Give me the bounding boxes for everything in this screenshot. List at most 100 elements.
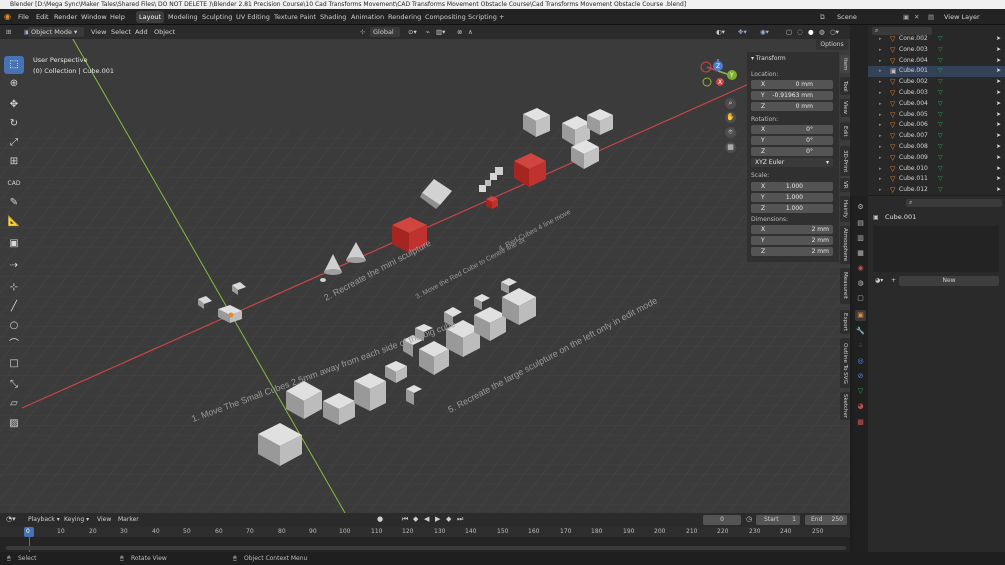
data-properties-icon[interactable]: ▽ xyxy=(855,386,866,397)
tab-rendering[interactable]: Rendering xyxy=(385,11,424,23)
location-x-field[interactable]: X 0 mm xyxy=(751,80,833,89)
shading-solid-icon[interactable]: ● xyxy=(808,27,814,37)
menu-add[interactable]: Add xyxy=(135,27,148,37)
outliner-row[interactable]: ▸ ▽ Cube.004 ▽ ➤ xyxy=(868,99,1005,110)
transform-panel-title[interactable]: ▾ Transform xyxy=(751,55,786,62)
sidebar-tab-3d-print[interactable]: 3D-Print xyxy=(840,146,850,176)
tab-compositing[interactable]: Compositing xyxy=(422,11,469,23)
location-y-field[interactable]: Y -0.91963 mm xyxy=(751,91,833,100)
annotate-tool-icon[interactable]: ✎ xyxy=(4,194,24,212)
sidebar-tab-item[interactable]: Item xyxy=(840,55,850,73)
object-properties-icon[interactable]: ▣ xyxy=(855,310,866,321)
rotation-z-field[interactable]: Z 0° xyxy=(751,147,833,156)
tab-uv-editing[interactable]: UV Editing xyxy=(233,11,273,23)
add-cube-tool-icon[interactable]: ▣ xyxy=(4,235,24,253)
scene-selector[interactable]: Scene xyxy=(837,9,857,25)
zoom-icon[interactable]: ⌕ xyxy=(725,98,736,109)
material-slot-list[interactable] xyxy=(873,226,999,272)
preview-range-icon[interactable]: ◷ xyxy=(746,515,752,523)
location-z-field[interactable]: Z 0 mm xyxy=(751,102,833,111)
mode-dropdown[interactable]: Object Mode ▾ xyxy=(28,27,84,37)
record-icon[interactable]: ● xyxy=(377,515,383,523)
outliner-row[interactable]: ▸ ▽ Cone.002 ▽ ➤ xyxy=(868,34,1005,45)
jump-end-icon[interactable]: ⏭ xyxy=(457,515,463,524)
outliner-row[interactable]: ▸ ▽ Cube.010 ▽ ➤ xyxy=(868,164,1005,175)
end-frame-field[interactable]: End 250 xyxy=(805,515,847,525)
menu-render[interactable]: Render xyxy=(54,9,77,25)
snap-move-tool-icon[interactable]: ⇢ xyxy=(4,257,24,275)
tab-scripting[interactable]: Scripting xyxy=(465,11,500,23)
cad-point-tool-icon[interactable]: ⊹ xyxy=(4,279,24,297)
camera-icon[interactable]: ⌾ xyxy=(725,127,736,138)
output-properties-icon[interactable]: ▥ xyxy=(855,233,866,244)
visibility-icon[interactable]: ◐▾ xyxy=(716,27,725,37)
shading-wireframe-icon[interactable]: ◌ xyxy=(797,27,803,37)
physics-properties-icon[interactable]: ◎ xyxy=(855,356,866,367)
cad-rect-tool-icon[interactable]: □ xyxy=(4,355,24,373)
rotation-x-field[interactable]: X 0° xyxy=(751,125,833,134)
cad-circle-tool-icon[interactable]: ○ xyxy=(4,317,24,335)
snap-target-icon[interactable]: ▥▾ xyxy=(436,27,445,37)
rotation-mode-dropdown[interactable]: XYZ Euler ▾ xyxy=(751,158,833,167)
outliner-row[interactable]: ▸ ▽ Cube.003 ▽ ➤ xyxy=(868,88,1005,99)
menu-edit[interactable]: Edit xyxy=(36,9,49,25)
options-button[interactable]: Options xyxy=(816,39,848,50)
outliner-row[interactable]: ▸ ▽ Cube.012 ▽ ➤ xyxy=(868,185,1005,196)
cad-extend-tool-icon[interactable]: ⤡ xyxy=(4,376,24,394)
next-keyframe-icon[interactable]: ◆ xyxy=(446,515,451,523)
tab-layout[interactable]: Layout xyxy=(136,11,165,23)
dimensions-x-field[interactable]: X 2 mm xyxy=(751,225,833,234)
overlay-toggle-icon[interactable]: ◉▾ xyxy=(760,27,769,37)
pan-hand-icon[interactable]: ✋ xyxy=(725,112,736,123)
tab-modeling[interactable]: Modeling xyxy=(165,11,201,23)
play-reverse-icon[interactable]: ◀ xyxy=(424,515,429,523)
shading-material-icon[interactable]: ◍ xyxy=(819,27,825,37)
material-properties-icon[interactable]: ◕ xyxy=(855,401,866,412)
properties-search-input[interactable]: ⌕ xyxy=(906,199,1002,207)
current-frame-field[interactable]: 0 xyxy=(703,515,741,525)
sidebar-tab-edit[interactable]: Edit xyxy=(840,122,850,140)
sidebar-tab-sketcher[interactable]: Sketcher xyxy=(840,392,850,420)
new-material-button[interactable]: New xyxy=(899,276,999,286)
pivot-icon[interactable]: ⊙▾ xyxy=(408,27,417,37)
collection-properties-icon[interactable]: ▢ xyxy=(855,293,866,304)
cad-hatch-tool-icon[interactable]: ▨ xyxy=(4,415,24,433)
timeline-scrollbar[interactable] xyxy=(6,546,846,550)
outliner-row[interactable]: ▸ ▽ Cone.004 ▽ ➤ xyxy=(868,56,1005,67)
menu-object[interactable]: Object xyxy=(154,27,175,37)
timeline-editor-icon[interactable]: ◔▾ xyxy=(6,515,16,523)
sidebar-tab-outline-to-svg[interactable]: Outline To SVG xyxy=(840,338,850,388)
start-frame-field[interactable]: Start 1 xyxy=(756,515,800,525)
menu-timeline-view[interactable]: View xyxy=(97,516,111,523)
blender-logo-icon[interactable]: ◉ xyxy=(4,9,11,25)
constraints-properties-icon[interactable]: ⊘ xyxy=(855,371,866,382)
cad-tool-icon[interactable]: CAD xyxy=(4,175,24,193)
outliner-row[interactable]: ▸ ▽ Cube.009 ▽ ➤ xyxy=(868,153,1005,164)
sidebar-tab-tool[interactable]: Tool xyxy=(840,77,850,95)
menu-file[interactable]: File xyxy=(18,9,29,25)
prev-keyframe-icon[interactable]: ◆ xyxy=(413,515,418,523)
scale-tool-icon[interactable]: ⤢ xyxy=(4,134,24,152)
outliner-row[interactable]: ▸ ▽ Cube.011 ▽ ➤ xyxy=(868,174,1005,185)
outliner-row[interactable]: ▸ ▽ Cone.003 ▽ ➤ xyxy=(868,45,1005,56)
sidebar-tab-hairify[interactable]: Hairify xyxy=(840,196,850,222)
transform-tool-icon[interactable]: ⊞ xyxy=(4,153,24,171)
menu-window[interactable]: Window xyxy=(81,9,107,25)
tool-properties-icon[interactable]: ⚙ xyxy=(855,202,866,213)
menu-help[interactable]: Help xyxy=(110,9,125,25)
select-box-tool-icon[interactable]: ⬚ xyxy=(4,56,24,74)
menu-marker[interactable]: Marker xyxy=(118,516,139,523)
menu-view[interactable]: View xyxy=(91,27,106,37)
menu-keying[interactable]: Keying ▾ xyxy=(64,516,89,523)
measure-tool-icon[interactable]: 📐 xyxy=(4,213,24,231)
tab-texture-paint[interactable]: Texture Paint xyxy=(271,11,319,23)
outliner-row-selected[interactable]: ▸ ▣ Cube.001 ▽ ➤ xyxy=(868,66,1005,78)
menu-select[interactable]: Select xyxy=(111,27,131,37)
modifier-properties-icon[interactable]: 🔧 xyxy=(855,326,866,337)
outliner-row[interactable]: ▸ ▽ Cube.008 ▽ ➤ xyxy=(868,142,1005,153)
timeline-area[interactable]: 0 10 20 30 40 50 60 70 80 90 100 110 120… xyxy=(0,527,850,552)
rotation-y-field[interactable]: Y 0° xyxy=(751,136,833,145)
xray-icon[interactable]: ▢ xyxy=(786,27,792,37)
outliner-row[interactable]: ▸ ▽ Cube.005 ▽ ➤ xyxy=(868,110,1005,121)
tab-sculpting[interactable]: Sculpting xyxy=(199,11,235,23)
